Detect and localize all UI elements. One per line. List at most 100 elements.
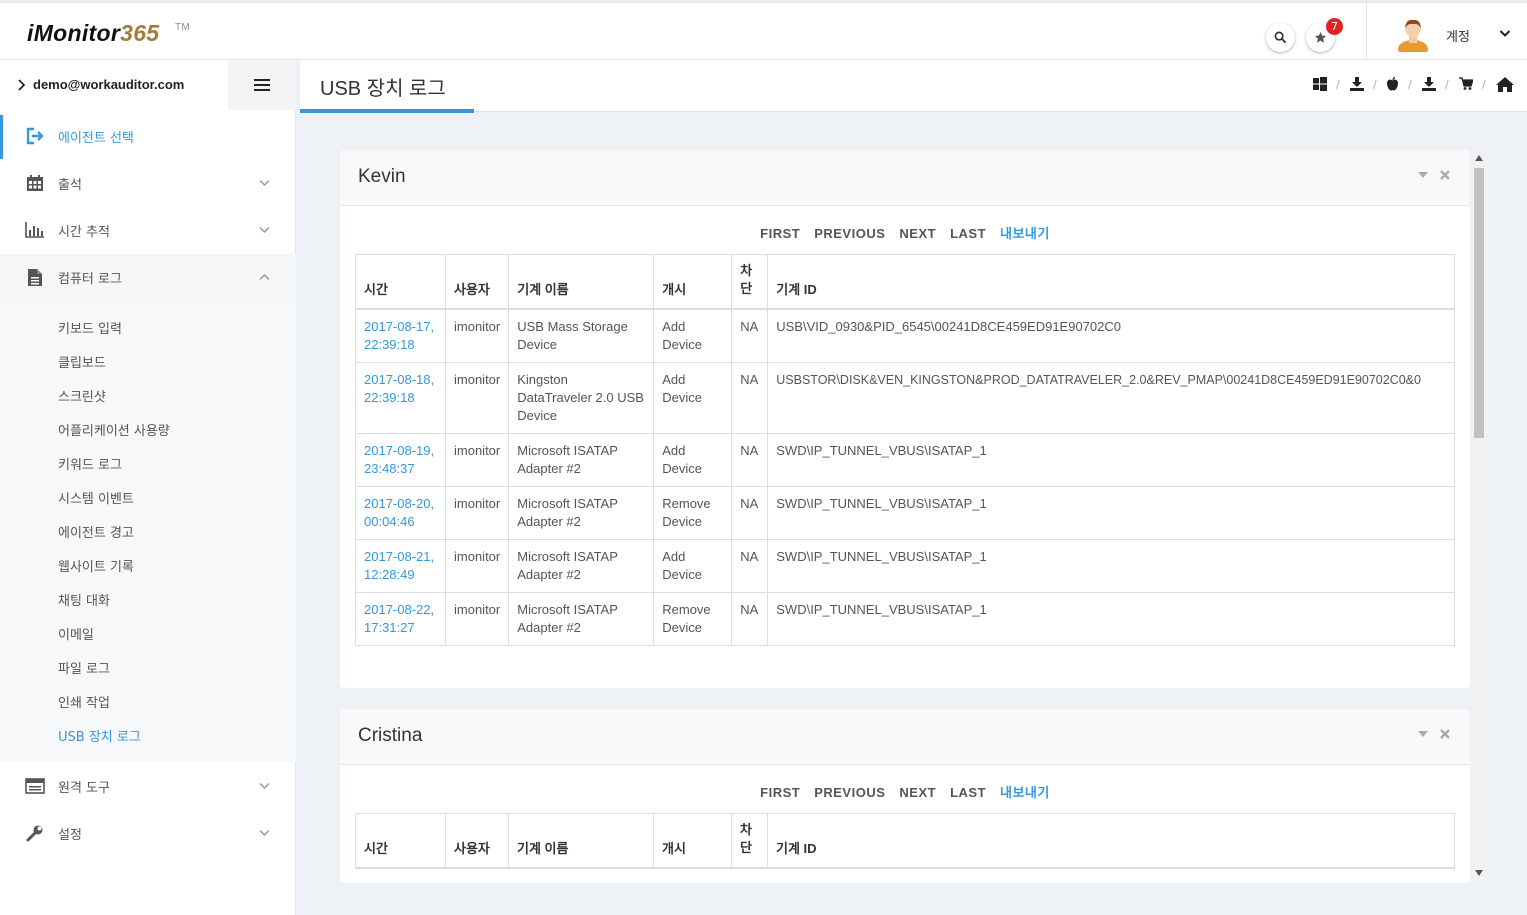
sidebar-subitem[interactable]: 이메일 bbox=[58, 624, 94, 643]
page-title: USB 장치 로그 bbox=[320, 78, 446, 100]
device-cell: Microsoft ISATAP Adapter #2 bbox=[508, 432, 655, 487]
hamburger-icon bbox=[254, 79, 270, 91]
sidebar-subitem-usb-active[interactable]: USB 장치 로그 bbox=[58, 726, 141, 745]
avatar[interactable] bbox=[1396, 16, 1430, 58]
column-header-device[interactable]: 기계 이름 bbox=[508, 813, 654, 869]
apple-icon[interactable] bbox=[1386, 77, 1399, 91]
previous-page-link[interactable]: PREVIOUS bbox=[814, 226, 885, 241]
sidebar-item-attendance[interactable]: 출석 bbox=[0, 160, 296, 206]
scrollbar[interactable] bbox=[1472, 152, 1486, 882]
cart-icon[interactable] bbox=[1459, 77, 1473, 90]
user-cell: imonitor bbox=[444, 432, 510, 487]
sidebar-item-time-tracking[interactable]: 시간 추적 bbox=[0, 207, 296, 253]
sidebar-item-agent-select[interactable]: 에이전트 선택 bbox=[0, 113, 296, 159]
bar-chart-icon bbox=[25, 220, 45, 240]
sidebar-toggle[interactable] bbox=[228, 60, 296, 110]
collapse-icon[interactable] bbox=[1418, 731, 1428, 737]
export-link[interactable]: 내보내기 bbox=[1000, 226, 1050, 241]
download-icon[interactable] bbox=[1422, 77, 1436, 91]
account-label[interactable]: 계정 bbox=[1446, 26, 1470, 45]
chevron-down-icon bbox=[259, 179, 270, 187]
column-header-device-id[interactable]: 기계 ID bbox=[767, 254, 1455, 310]
table-row: 2017-08-17, 22:39:18 imonitor USB Mass St… bbox=[355, 308, 1455, 363]
breadcrumb-separator: / bbox=[1445, 78, 1449, 91]
time-cell[interactable]: 2017-08-17, 22:39:18 bbox=[355, 308, 446, 363]
sidebar-subitem[interactable]: 파일 로그 bbox=[58, 658, 110, 677]
windows-icon[interactable] bbox=[1313, 77, 1327, 91]
chevron-down-icon[interactable] bbox=[1499, 29, 1511, 38]
export-link[interactable]: 내보내기 bbox=[1000, 785, 1050, 800]
scroll-up-icon[interactable] bbox=[1475, 155, 1483, 161]
sidebar-item-remote-tools[interactable]: 원격 도구 bbox=[0, 763, 296, 809]
device-id-cell: SWD\IP_TUNNEL_VBUS\ISATAP_1 bbox=[767, 591, 1455, 646]
user-cell: imonitor bbox=[444, 308, 510, 363]
sidebar-subitem[interactable]: 웹사이트 기록 bbox=[58, 556, 134, 575]
column-header-device-id[interactable]: 기계 ID bbox=[767, 813, 1455, 869]
close-icon[interactable] bbox=[1440, 729, 1450, 739]
download-icon[interactable] bbox=[1350, 77, 1364, 91]
column-header-device[interactable]: 기계 이름 bbox=[508, 254, 655, 310]
breadcrumb-separator: / bbox=[1408, 78, 1412, 91]
search-button[interactable] bbox=[1266, 23, 1295, 52]
column-header-block[interactable]: 차단 bbox=[731, 254, 769, 310]
sidebar-subitem[interactable]: 인쇄 작업 bbox=[58, 692, 110, 711]
column-header-user[interactable]: 사용자 bbox=[445, 813, 509, 869]
chevron-right-icon bbox=[18, 79, 25, 91]
usb-log-table: 시간 사용자 기계 이름 개시 차단 기계 ID 2017-08-17, 22:3… bbox=[355, 254, 1455, 646]
action-cell: Add Device bbox=[653, 361, 733, 434]
portlet-title: Cristina bbox=[358, 725, 423, 746]
app-logo[interactable]: iMonitor365 TM bbox=[27, 20, 190, 47]
title-underline bbox=[300, 109, 474, 113]
sidebar-subitem[interactable]: 키보드 입력 bbox=[58, 318, 122, 337]
portlet-header: Cristina bbox=[340, 709, 1470, 765]
previous-page-link[interactable]: PREVIOUS bbox=[814, 785, 885, 800]
time-cell[interactable]: 2017-08-18, 22:39:18 bbox=[355, 361, 446, 434]
next-page-link[interactable]: NEXT bbox=[899, 785, 936, 800]
first-page-link[interactable]: FIRST bbox=[760, 226, 800, 241]
block-cell: NA bbox=[731, 308, 769, 363]
calendar-icon bbox=[25, 173, 45, 193]
table-header-row: 시간 사용자 기계 이름 개시 차단 기계 ID bbox=[355, 813, 1455, 869]
last-page-link[interactable]: LAST bbox=[950, 785, 986, 800]
sidebar-subitem[interactable]: 에이전트 경고 bbox=[58, 522, 134, 541]
scrollbar-thumb[interactable] bbox=[1474, 168, 1484, 438]
home-icon[interactable] bbox=[1496, 77, 1514, 92]
chevron-down-icon bbox=[259, 829, 270, 837]
first-page-link[interactable]: FIRST bbox=[760, 785, 800, 800]
column-header-start[interactable]: 개시 bbox=[653, 813, 732, 869]
sidebar-subitem[interactable]: 클립보드 bbox=[58, 352, 106, 371]
scroll-down-icon[interactable] bbox=[1475, 870, 1483, 876]
column-header-time[interactable]: 시간 bbox=[355, 813, 446, 869]
column-header-user[interactable]: 사용자 bbox=[444, 254, 510, 310]
action-cell: Add Device bbox=[653, 308, 733, 363]
block-cell: NA bbox=[731, 432, 769, 487]
last-page-link[interactable]: LAST bbox=[950, 226, 986, 241]
sidebar-item-settings[interactable]: 설정 bbox=[0, 810, 296, 856]
sidebar-item-computer-log[interactable]: 컴퓨터 로그 bbox=[0, 254, 296, 300]
block-cell: NA bbox=[731, 361, 769, 434]
device-id-cell: USB\VID_0930&PID_6545\00241D8CE459ED91E9… bbox=[767, 308, 1455, 363]
sidebar-subitem[interactable]: 어플리케이션 사용량 bbox=[58, 420, 170, 439]
column-header-start[interactable]: 개시 bbox=[653, 254, 733, 310]
close-icon[interactable] bbox=[1440, 170, 1450, 180]
time-cell[interactable]: 2017-08-19, 23:48:37 bbox=[355, 432, 446, 487]
star-icon bbox=[1314, 31, 1327, 43]
sidebar-subitem[interactable]: 키워드 로그 bbox=[58, 454, 122, 473]
user-selector[interactable]: demo@workauditor.com bbox=[0, 60, 228, 110]
sidebar-subitem[interactable]: 채팅 대화 bbox=[58, 590, 110, 609]
list-icon bbox=[25, 776, 45, 796]
sidebar-subitem[interactable]: 시스템 이벤트 bbox=[58, 488, 134, 507]
collapse-icon[interactable] bbox=[1418, 172, 1428, 178]
pagination: FIRST PREVIOUS NEXT LAST 내보내기 bbox=[340, 782, 1470, 801]
table-row: 2017-08-22, 17:31:27 imonitor Microsoft I… bbox=[355, 591, 1455, 646]
column-header-block[interactable]: 차단 bbox=[731, 813, 768, 869]
next-page-link[interactable]: NEXT bbox=[899, 226, 936, 241]
time-cell[interactable]: 2017-08-22, 17:31:27 bbox=[355, 591, 446, 646]
breadcrumb-separator: / bbox=[1336, 78, 1340, 91]
time-cell[interactable]: 2017-08-20, 00:04:46 bbox=[355, 485, 446, 540]
user-cell: imonitor bbox=[444, 591, 510, 646]
time-cell[interactable]: 2017-08-21, 12:28:49 bbox=[355, 538, 446, 593]
sidebar-subitem[interactable]: 스크린샷 bbox=[58, 386, 106, 405]
device-cell: USB Mass Storage Device bbox=[508, 308, 655, 363]
column-header-time[interactable]: 시간 bbox=[355, 254, 446, 310]
